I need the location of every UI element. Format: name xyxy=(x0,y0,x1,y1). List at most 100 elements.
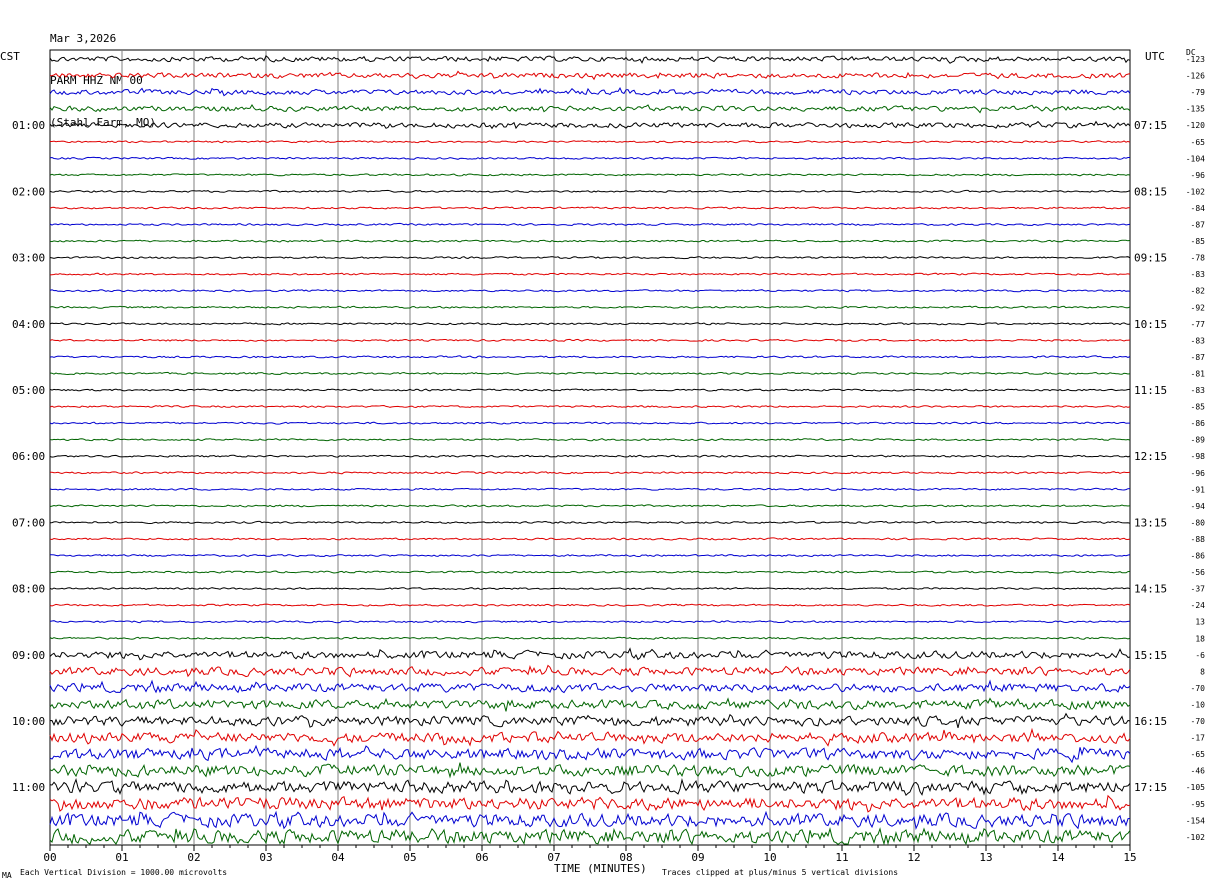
dc-offset-label: -92 xyxy=(1191,303,1206,312)
left-time-label: 01:00 xyxy=(12,119,45,132)
left-time-label: 08:00 xyxy=(12,583,45,596)
trace-line xyxy=(49,679,1131,694)
x-tick-label: 01 xyxy=(115,851,128,864)
dc-offset-label: -70 xyxy=(1191,684,1206,693)
trace-line xyxy=(49,173,1131,177)
dc-offset-label: -96 xyxy=(1191,469,1206,478)
x-tick-label: 12 xyxy=(907,851,920,864)
trace-line xyxy=(49,727,1131,747)
trace-line xyxy=(49,322,1131,326)
dc-offset-label: -120 xyxy=(1186,121,1205,130)
trace-line xyxy=(49,794,1131,813)
clip-note: Traces clipped at plus/minus 5 vertical … xyxy=(662,868,899,877)
trace-line xyxy=(49,206,1131,210)
trace-line xyxy=(49,537,1131,541)
left-time-label: 03:00 xyxy=(12,252,45,265)
x-tick-label: 06 xyxy=(475,851,488,864)
trace-line xyxy=(49,156,1130,160)
dc-offset-label: -94 xyxy=(1191,502,1206,511)
dc-offset-label: -85 xyxy=(1191,403,1206,412)
trace-line xyxy=(50,140,1131,144)
trace-line xyxy=(49,777,1131,797)
dc-offset-label: -65 xyxy=(1191,750,1206,759)
trace-line xyxy=(49,744,1131,764)
dc-offset-label: -87 xyxy=(1191,221,1206,230)
dc-offset-label: 8 xyxy=(1200,667,1205,676)
trace-line xyxy=(49,587,1131,591)
right-time-label: 11:15 xyxy=(1134,384,1167,397)
trace-line xyxy=(49,355,1131,359)
x-tick-label: 11 xyxy=(835,851,848,864)
dc-offset-label: -88 xyxy=(1191,535,1206,544)
trace-line xyxy=(49,120,1131,130)
dc-offset-label: -91 xyxy=(1191,485,1206,494)
trace-line xyxy=(49,404,1131,409)
x-tick-label: 04 xyxy=(331,851,345,864)
dc-offset-label: -24 xyxy=(1191,601,1206,610)
right-time-label: 14:15 xyxy=(1134,583,1167,596)
trace-line xyxy=(49,647,1131,661)
x-tick-label: 09 xyxy=(691,851,704,864)
dc-offset-label: -96 xyxy=(1191,171,1206,180)
x-tick-label: 03 xyxy=(259,851,272,864)
dc-offset-label: -46 xyxy=(1191,767,1206,776)
trace-line xyxy=(49,239,1131,243)
dc-offset-label: -95 xyxy=(1191,800,1206,809)
left-time-label: 06:00 xyxy=(12,450,45,463)
trace-line xyxy=(49,712,1131,729)
dc-offset-label: -77 xyxy=(1191,320,1206,329)
x-axis-title: TIME (MINUTES) xyxy=(554,862,647,875)
dc-offset-label: -98 xyxy=(1191,452,1206,461)
dc-offset-label: 18 xyxy=(1195,634,1205,643)
left-time-label: 10:00 xyxy=(12,715,45,728)
dc-offset-label: -104 xyxy=(1186,154,1205,163)
dc-offset-label: -85 xyxy=(1191,237,1206,246)
trace-line xyxy=(49,454,1131,458)
trace-line xyxy=(49,256,1131,260)
trace-line xyxy=(49,810,1131,830)
dc-offset-label: -70 xyxy=(1191,717,1206,726)
dc-offset-label: -102 xyxy=(1186,833,1205,842)
dc-offset-label: -126 xyxy=(1186,72,1205,81)
dc-offset-label: -37 xyxy=(1191,585,1206,594)
dc-offset-label: -87 xyxy=(1191,353,1206,362)
trace-line xyxy=(49,553,1131,558)
x-tick-label: 13 xyxy=(979,851,992,864)
x-tick-label: 14 xyxy=(1051,851,1065,864)
dc-offset-label: -78 xyxy=(1191,254,1206,263)
left-time-label: 07:00 xyxy=(12,516,45,529)
dc-offset-label: -86 xyxy=(1191,552,1206,561)
dc-offset-label: -79 xyxy=(1191,88,1206,97)
trace-line xyxy=(49,305,1131,309)
dc-offset-label: -154 xyxy=(1186,816,1205,825)
dc-offset-label: -123 xyxy=(1186,55,1205,64)
trace-line xyxy=(49,570,1131,574)
right-time-label: 13:15 xyxy=(1134,516,1167,529)
dc-offset-label: -84 xyxy=(1191,204,1206,213)
trace-line xyxy=(49,70,1131,81)
right-time-label: 09:15 xyxy=(1134,252,1167,265)
right-time-label: 16:15 xyxy=(1134,715,1167,728)
plot-frame xyxy=(49,49,1131,846)
trace-line xyxy=(49,826,1131,846)
dc-offset-label: -82 xyxy=(1191,287,1206,296)
left-time-label: 05:00 xyxy=(12,384,45,397)
dc-offset-label: -17 xyxy=(1191,734,1206,743)
dc-offset-label: -89 xyxy=(1191,436,1206,445)
dc-offset-label: -65 xyxy=(1191,138,1206,147)
dc-offset-label: -10 xyxy=(1191,700,1206,709)
trace-line xyxy=(49,421,1130,425)
dc-offset-label: -83 xyxy=(1191,270,1206,279)
dc-offset-label: -135 xyxy=(1186,105,1205,114)
dc-offset-label: -56 xyxy=(1191,568,1206,577)
trace-line xyxy=(49,87,1131,97)
dc-offset-label: -102 xyxy=(1186,187,1205,196)
right-time-label: 12:15 xyxy=(1134,450,1167,463)
x-tick-label: 05 xyxy=(403,851,416,864)
trace-line xyxy=(49,104,1131,114)
trace-line xyxy=(49,222,1131,227)
right-time-label: 10:15 xyxy=(1134,318,1167,331)
dc-offset-label: -83 xyxy=(1191,386,1206,395)
right-time-label: 17:15 xyxy=(1134,781,1167,794)
trace-line xyxy=(49,388,1131,392)
